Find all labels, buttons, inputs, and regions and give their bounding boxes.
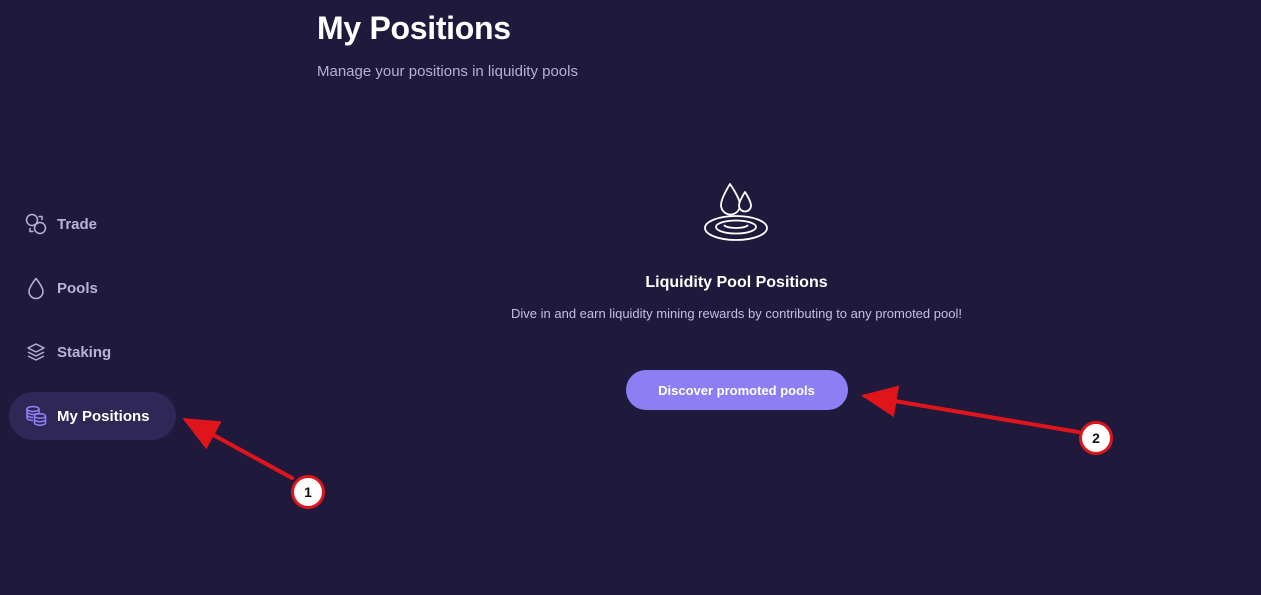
sidebar-item-trade[interactable]: Trade <box>9 200 176 248</box>
page-title: My Positions <box>317 10 511 46</box>
empty-state-title: Liquidity Pool Positions <box>645 274 828 291</box>
sidebar-item-pools[interactable]: Pools <box>9 264 176 312</box>
sidebar-item-my-positions[interactable]: My Positions <box>9 392 176 440</box>
sidebar-item-staking[interactable]: Staking <box>9 328 176 376</box>
layers-icon <box>24 340 48 364</box>
trade-icon <box>24 212 48 236</box>
empty-state: Liquidity Pool Positions Dive in and ear… <box>440 176 1033 410</box>
page: My Positions Manage your positions in li… <box>0 0 1261 595</box>
sidebar-item-label: Trade <box>57 215 98 233</box>
sidebar-item-label: Pools <box>57 279 98 297</box>
annotation-badge-2: 2 <box>1079 421 1113 455</box>
discover-promoted-pools-button[interactable]: Discover promoted pools <box>625 370 848 410</box>
annotation-badge-1: 1 <box>291 475 325 509</box>
empty-state-description: Dive in and earn liquidity mining reward… <box>511 306 962 321</box>
page-subtitle: Manage your positions in liquidity pools <box>317 63 578 80</box>
liquidity-drops-icon <box>701 176 773 248</box>
droplet-icon <box>24 276 48 300</box>
coins-stack-icon <box>24 404 48 428</box>
sidebar-item-label: Staking <box>57 343 112 361</box>
annotation-arrow-1 <box>182 418 294 480</box>
sidebar-item-label: My Positions <box>57 407 150 425</box>
